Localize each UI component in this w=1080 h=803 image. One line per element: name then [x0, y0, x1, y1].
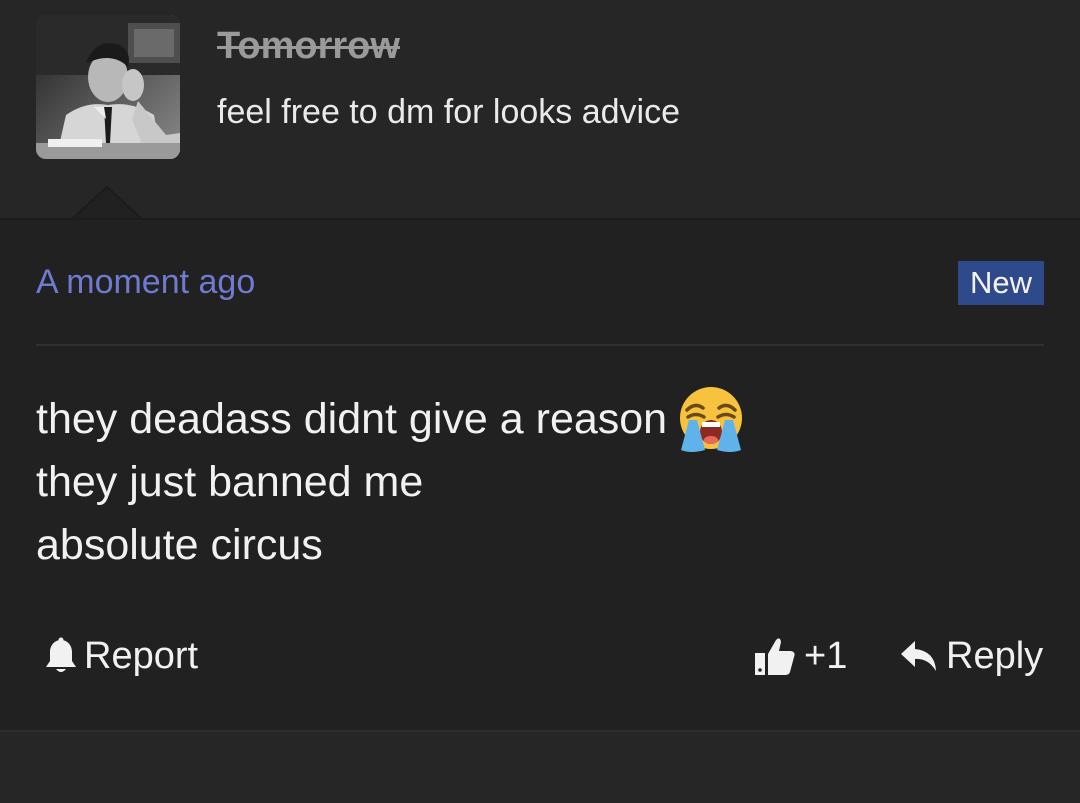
reply-label: Reply — [946, 634, 1044, 677]
next-item-area — [0, 730, 1080, 803]
comment-actions: Report +1 Reply — [0, 628, 1080, 688]
bell-icon — [44, 637, 84, 675]
like-button[interactable]: +1 — [754, 628, 847, 684]
user-bio: feel free to dm for looks advice — [217, 93, 681, 131]
like-count: +1 — [804, 634, 848, 677]
report-button[interactable]: Report — [44, 628, 198, 684]
loudly-crying-face-icon — [675, 384, 747, 456]
comment-line-text: they just banned me — [36, 458, 424, 506]
new-badge: New — [957, 261, 1044, 305]
avatar-photo-icon — [36, 15, 180, 159]
author-header: Tomorrow feel free to dm for looks advic… — [0, 0, 1080, 220]
avatar[interactable] — [36, 15, 180, 159]
reply-button[interactable]: Reply — [900, 628, 1043, 684]
comment-timestamp: A moment ago — [36, 263, 256, 301]
report-label: Report — [84, 634, 199, 677]
comment-line: absolute circus — [36, 514, 747, 577]
comment-line-text: they deadass didnt give a reason — [36, 395, 668, 443]
comment-card: A moment ago New they deadass didnt give… — [0, 218, 1080, 730]
thumbs-up-icon — [754, 636, 804, 676]
reply-arrow-icon — [900, 639, 946, 673]
comment-screen: Tomorrow feel free to dm for looks advic… — [0, 0, 1080, 803]
divider — [36, 344, 1044, 346]
comment-line: they deadass didnt give a reason — [36, 386, 747, 452]
comment-body: they deadass didnt give a reason they ju… — [36, 386, 747, 577]
username[interactable]: Tomorrow — [217, 24, 400, 68]
comment-line-text: absolute circus — [36, 521, 323, 569]
comment-line: they just banned me — [36, 451, 747, 514]
card-pointer — [72, 186, 142, 220]
